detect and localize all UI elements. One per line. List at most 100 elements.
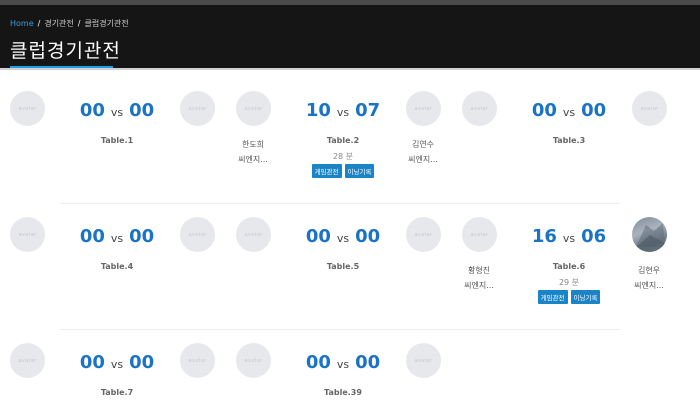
vs-label: vs bbox=[336, 358, 350, 371]
player-avatar[interactable]: avatar bbox=[180, 217, 215, 252]
avatar-placeholder-text: avatar bbox=[18, 231, 37, 238]
watch-game-button[interactable]: 게임관전 bbox=[537, 290, 568, 304]
player-name: 황형진 bbox=[467, 266, 491, 275]
table-name: Table.6 bbox=[552, 262, 586, 271]
player-avatar[interactable]: avatar bbox=[10, 217, 45, 252]
watch-game-button[interactable]: 게임관전 bbox=[311, 164, 342, 178]
right-player-name[interactable]: 김연수씨엔지... bbox=[393, 137, 453, 167]
breadcrumb-current: 클럽경기관전 bbox=[84, 19, 129, 28]
match-minutes: 28 분 bbox=[332, 152, 354, 161]
player-avatar[interactable]: avatar bbox=[180, 343, 215, 378]
right-score: 00 bbox=[355, 352, 381, 373]
avatar-placeholder-text: avatar bbox=[470, 105, 489, 112]
row-divider bbox=[60, 203, 620, 204]
player-avatar[interactable]: avatar bbox=[236, 343, 271, 378]
player-avatar[interactable]: avatar bbox=[406, 91, 441, 126]
avatar-placeholder-text: avatar bbox=[414, 231, 433, 238]
player-avatar[interactable]: avatar bbox=[462, 217, 497, 252]
row-divider bbox=[60, 329, 620, 330]
match-score[interactable]: 00 vs 00 bbox=[283, 226, 403, 250]
player-club: 씨엔지... bbox=[408, 155, 438, 164]
avatar-placeholder-text: avatar bbox=[18, 105, 37, 112]
breadcrumb-home-link[interactable]: Home bbox=[10, 19, 34, 28]
player-name: 김현우 bbox=[637, 266, 661, 275]
avatar-placeholder-text: avatar bbox=[188, 231, 207, 238]
player-avatar[interactable]: avatar bbox=[406, 343, 441, 378]
avatar-placeholder-text: avatar bbox=[640, 105, 659, 112]
left-player-name[interactable]: 황형진씨엔지... bbox=[449, 263, 509, 293]
left-score: 00 bbox=[305, 226, 331, 247]
table-name: Table.5 bbox=[326, 262, 360, 271]
vs-label: vs bbox=[562, 106, 576, 119]
right-score: 06 bbox=[581, 226, 607, 247]
left-score: 00 bbox=[79, 352, 105, 373]
avatar-placeholder-text: avatar bbox=[244, 357, 263, 364]
player-club: 씨엔지... bbox=[238, 155, 268, 164]
table-name: Table.7 bbox=[100, 388, 134, 397]
breadcrumb-separator: / bbox=[77, 19, 81, 28]
page-header: Home / 경기관전 / 클럽경기관전 클럽경기관전 bbox=[0, 5, 700, 68]
match-score[interactable]: 00 vs 00 bbox=[283, 352, 403, 376]
match-score[interactable]: 00 vs 00 bbox=[57, 352, 177, 376]
right-player-name[interactable]: 김현우씨엔지... bbox=[619, 263, 679, 293]
left-score: 10 bbox=[305, 100, 331, 121]
vs-label: vs bbox=[110, 232, 124, 245]
page-title: 클럽경기관전 bbox=[10, 40, 121, 62]
avatar-placeholder-text: avatar bbox=[244, 105, 263, 112]
vs-label: vs bbox=[110, 358, 124, 371]
inning-record-button[interactable]: 이닝기록 bbox=[344, 164, 375, 178]
table-name: Table.1 bbox=[100, 136, 134, 145]
player-avatar[interactable] bbox=[632, 217, 667, 252]
avatar-placeholder-text: avatar bbox=[188, 105, 207, 112]
match-score[interactable]: 00 vs 00 bbox=[57, 100, 177, 124]
left-score: 00 bbox=[531, 100, 557, 121]
table-name: Table.3 bbox=[552, 136, 586, 145]
match-actions: 게임관전 이닝기록 bbox=[283, 164, 403, 178]
player-avatar[interactable]: avatar bbox=[236, 217, 271, 252]
left-score: 00 bbox=[305, 352, 331, 373]
avatar-placeholder-text: avatar bbox=[470, 231, 489, 238]
avatar-placeholder-text: avatar bbox=[244, 231, 263, 238]
player-name: 한도희 bbox=[241, 140, 265, 149]
inning-record-button[interactable]: 이닝기록 bbox=[570, 290, 601, 304]
left-player-name[interactable]: 한도희씨엔지... bbox=[223, 137, 283, 167]
player-avatar[interactable]: avatar bbox=[406, 217, 441, 252]
player-avatar[interactable]: avatar bbox=[180, 91, 215, 126]
vs-label: vs bbox=[336, 232, 350, 245]
avatar-placeholder-text: avatar bbox=[188, 357, 207, 364]
header-rule bbox=[0, 68, 700, 70]
match-score[interactable]: 10 vs 07 bbox=[283, 100, 403, 124]
vs-label: vs bbox=[110, 106, 124, 119]
player-avatar[interactable]: avatar bbox=[10, 343, 45, 378]
avatar-placeholder-text: avatar bbox=[414, 105, 433, 112]
match-score[interactable]: 16 vs 06 bbox=[509, 226, 629, 250]
right-score: 07 bbox=[355, 100, 381, 121]
table-name: Table.4 bbox=[100, 262, 134, 271]
player-club: 씨엔지... bbox=[634, 281, 664, 290]
breadcrumb-separator: / bbox=[37, 19, 41, 28]
table-name: Table.39 bbox=[324, 388, 362, 397]
left-score: 00 bbox=[79, 226, 105, 247]
table-name: Table.2 bbox=[326, 136, 360, 145]
right-score: 00 bbox=[129, 352, 155, 373]
left-score: 00 bbox=[79, 100, 105, 121]
left-score: 16 bbox=[531, 226, 557, 247]
right-score: 00 bbox=[355, 226, 381, 247]
match-score[interactable]: 00 vs 00 bbox=[57, 226, 177, 250]
player-avatar[interactable]: avatar bbox=[632, 91, 667, 126]
avatar-placeholder-text: avatar bbox=[18, 357, 37, 364]
match-score[interactable]: 00 vs 00 bbox=[509, 100, 629, 124]
vs-label: vs bbox=[336, 106, 350, 119]
player-avatar[interactable]: avatar bbox=[462, 91, 497, 126]
player-avatar[interactable]: avatar bbox=[236, 91, 271, 126]
player-club: 씨엔지... bbox=[464, 281, 494, 290]
breadcrumb-level2-link[interactable]: 경기관전 bbox=[44, 19, 73, 28]
right-score: 00 bbox=[581, 100, 607, 121]
breadcrumb: Home / 경기관전 / 클럽경기관전 bbox=[10, 18, 129, 29]
avatar-placeholder-text: avatar bbox=[414, 357, 433, 364]
player-name: 김연수 bbox=[411, 140, 435, 149]
match-minutes: 29 분 bbox=[558, 278, 580, 287]
match-actions: 게임관전 이닝기록 bbox=[509, 290, 629, 304]
vs-label: vs bbox=[562, 232, 576, 245]
player-avatar[interactable]: avatar bbox=[10, 91, 45, 126]
